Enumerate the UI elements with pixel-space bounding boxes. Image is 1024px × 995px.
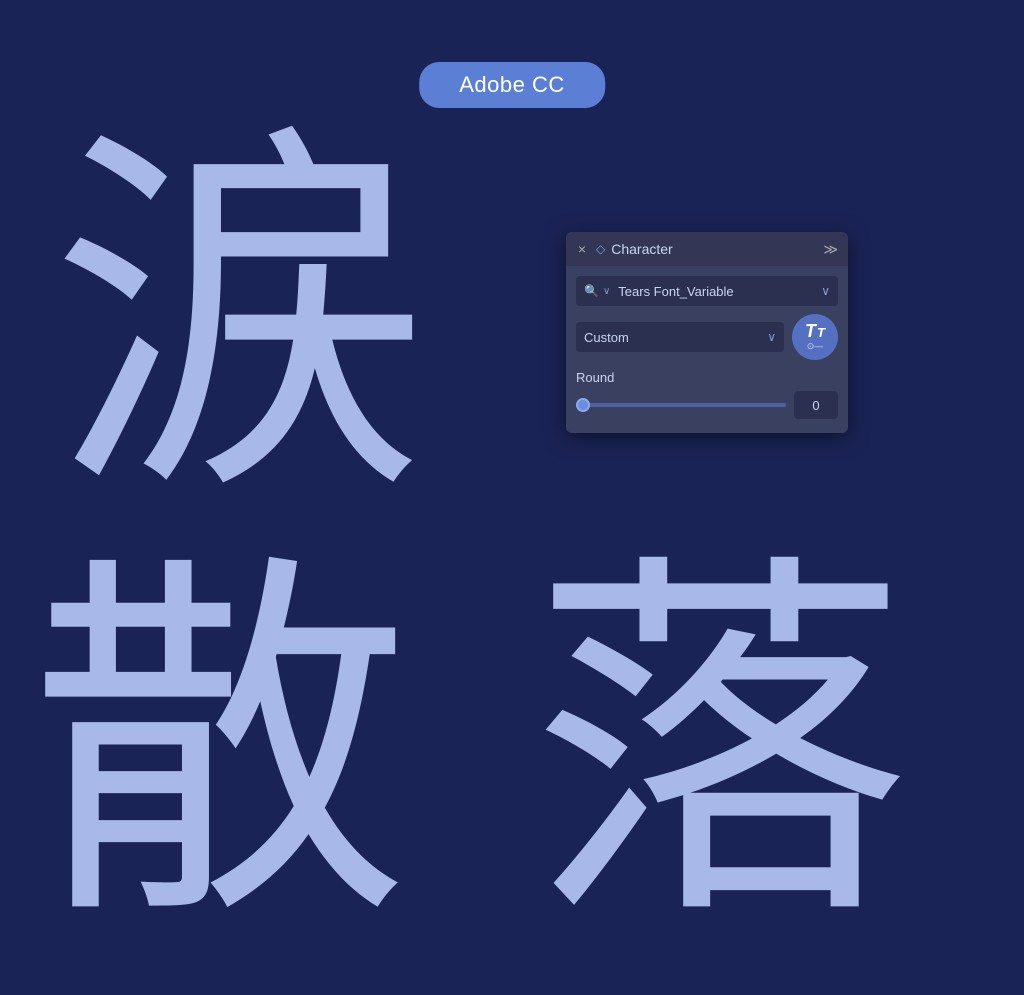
panel-body: 🔍 ∨ Tears Font_Variable ∨ Custom ∨ T T ⊙…: [566, 266, 848, 433]
search-icon: 🔍: [584, 284, 599, 298]
tt-letters: T T: [805, 322, 825, 340]
panel-titlebar: × ◇ Character ≫: [566, 232, 848, 266]
style-row: Custom ∨ T T ⊙—: [576, 314, 838, 360]
font-name-label: Tears Font_Variable: [618, 284, 821, 299]
panel-titlebar-left: × ◇ Character: [576, 241, 673, 257]
close-button[interactable]: ×: [576, 243, 588, 255]
tt-small-label: T: [817, 326, 825, 339]
collapse-icon[interactable]: ≫: [823, 241, 838, 258]
cjk-char-scatter: 散: [30, 555, 410, 935]
style-dropdown-arrow-icon: ∨: [767, 330, 776, 344]
style-name-label: Custom: [584, 330, 629, 345]
panel-title: Character: [611, 241, 672, 257]
tt-big-label: T: [805, 322, 816, 340]
close-icon: ×: [578, 242, 586, 256]
style-selector[interactable]: Custom ∨: [576, 322, 784, 352]
character-panel: × ◇ Character ≫ 🔍 ∨ Tears Font_Variable …: [566, 232, 848, 433]
adobe-cc-badge: Adobe CC: [419, 62, 605, 108]
round-slider-container[interactable]: [576, 395, 786, 415]
round-label: Round: [576, 370, 838, 385]
panel-title-row: ◇ Character: [596, 241, 673, 257]
slider-thumb[interactable]: [576, 398, 590, 412]
chevron-up-icon: ◇: [596, 242, 605, 256]
round-row: 0: [576, 391, 838, 419]
tt-sliders-icon: ⊙—: [807, 341, 824, 352]
round-value: 0: [812, 398, 819, 413]
font-dropdown-arrow-icon: ∨: [821, 284, 830, 298]
font-search-chevron-icon: ∨: [603, 286, 610, 297]
cjk-char-fall: 落: [530, 555, 910, 935]
slider-track: [576, 403, 786, 407]
cjk-char-tears: 涙: [50, 130, 430, 510]
variable-font-button[interactable]: T T ⊙—: [792, 314, 838, 360]
font-selector[interactable]: 🔍 ∨ Tears Font_Variable ∨: [576, 276, 838, 306]
round-value-box[interactable]: 0: [794, 391, 838, 419]
